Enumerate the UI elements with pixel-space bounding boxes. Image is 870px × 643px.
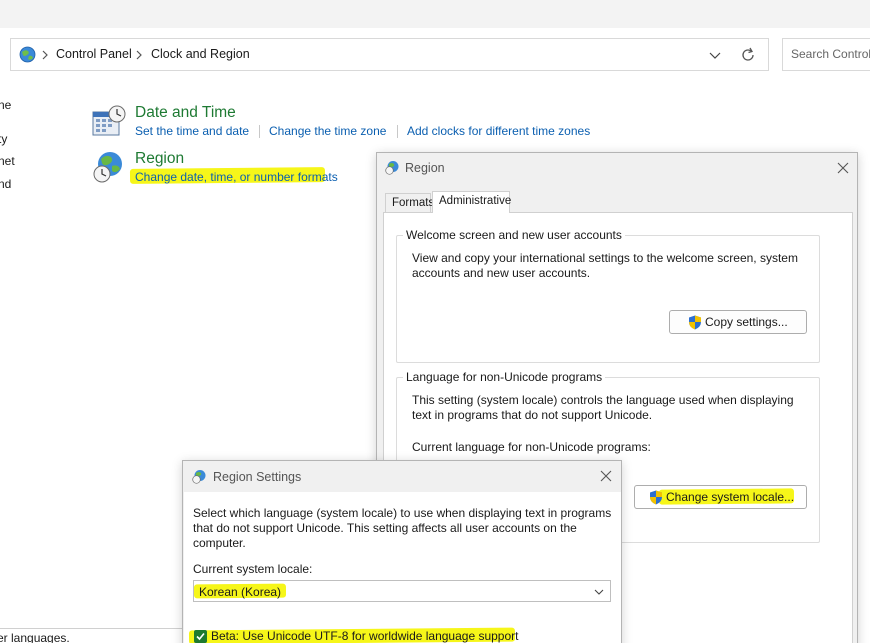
calendar-clock-icon[interactable] bbox=[92, 105, 126, 137]
checkmark-icon bbox=[196, 632, 205, 641]
welcome-screen-legend: Welcome screen and new user accounts bbox=[403, 228, 625, 242]
left-nav-item[interactable]: ne bbox=[0, 98, 11, 112]
link-separator bbox=[397, 125, 398, 138]
change-time-zone-link[interactable]: Change the time zone bbox=[269, 124, 386, 138]
change-formats-link[interactable]: Change date, time, or number formats bbox=[135, 170, 338, 184]
search-input[interactable] bbox=[791, 47, 870, 61]
uac-shield-icon bbox=[650, 490, 662, 505]
region-dialog-title: Region bbox=[405, 161, 445, 175]
region-settings-description: Select which language (system locale) to… bbox=[193, 506, 612, 550]
divider-line bbox=[0, 628, 190, 629]
chevron-down-icon[interactable] bbox=[705, 45, 725, 65]
copy-settings-button[interactable]: Copy settings... bbox=[669, 310, 807, 334]
region-settings-title: Region Settings bbox=[213, 470, 302, 484]
tab-formats[interactable]: Formats bbox=[385, 193, 435, 212]
system-locale-value: Korean (Korea) bbox=[199, 585, 282, 599]
left-nav-item[interactable]: ty bbox=[0, 132, 7, 146]
refresh-icon[interactable] bbox=[739, 46, 757, 64]
region-title[interactable]: Region bbox=[135, 150, 184, 168]
left-nav-item[interactable]: net bbox=[0, 154, 15, 168]
region-settings-dialog: Region Settings Select which language (s… bbox=[182, 460, 622, 643]
address-bar[interactable]: Control Panel Clock and Region bbox=[10, 38, 769, 71]
left-nav-item[interactable]: nd bbox=[0, 177, 11, 191]
copy-settings-label: Copy settings... bbox=[705, 315, 788, 329]
date-and-time-title[interactable]: Date and Time bbox=[135, 104, 236, 122]
search-box[interactable] bbox=[782, 38, 870, 71]
chevron-down-icon bbox=[594, 589, 604, 595]
system-locale-select[interactable]: Korean (Korea) bbox=[193, 580, 611, 602]
current-system-locale-label: Current system locale: bbox=[193, 562, 313, 576]
background-text-fragment: er languages. bbox=[0, 631, 70, 643]
uac-shield-icon bbox=[689, 315, 701, 330]
breadcrumb-control-panel[interactable]: Control Panel bbox=[56, 47, 132, 61]
welcome-screen-description: View and copy your international setting… bbox=[412, 251, 798, 280]
non-unicode-description: This setting (system locale) controls th… bbox=[412, 393, 794, 422]
breadcrumb-clock-and-region[interactable]: Clock and Region bbox=[151, 47, 250, 61]
utf8-beta-label[interactable]: Beta: Use Unicode UTF-8 for worldwide la… bbox=[211, 629, 519, 643]
change-system-locale-label: Change system locale... bbox=[666, 490, 795, 504]
region-globe-icon bbox=[192, 470, 206, 484]
chevron-right-icon[interactable] bbox=[41, 50, 49, 60]
region-globe-clock-icon[interactable] bbox=[92, 150, 126, 184]
tab-formats-label: Formats bbox=[392, 197, 435, 209]
chevron-right-icon[interactable] bbox=[135, 50, 143, 60]
change-system-locale-button[interactable]: Change system locale... bbox=[634, 485, 807, 509]
tab-administrative-label: Administrative bbox=[439, 195, 512, 207]
link-separator bbox=[259, 125, 260, 138]
current-language-label: Current language for non-Unicode program… bbox=[412, 440, 651, 454]
set-time-and-date-link[interactable]: Set the time and date bbox=[135, 124, 249, 138]
utf8-beta-checkbox[interactable] bbox=[194, 630, 207, 643]
region-settings-body: Select which language (system locale) to… bbox=[184, 492, 621, 643]
close-icon[interactable] bbox=[836, 161, 850, 175]
control-panel-globe-icon bbox=[19, 46, 36, 63]
welcome-screen-group: Welcome screen and new user accounts Vie… bbox=[396, 228, 820, 363]
add-clocks-link[interactable]: Add clocks for different time zones bbox=[407, 124, 590, 138]
non-unicode-legend: Language for non-Unicode programs bbox=[403, 370, 606, 384]
tab-administrative[interactable]: Administrative bbox=[432, 191, 512, 213]
region-globe-icon bbox=[385, 161, 399, 175]
close-icon[interactable] bbox=[599, 469, 613, 483]
window-top-strip bbox=[0, 0, 870, 28]
